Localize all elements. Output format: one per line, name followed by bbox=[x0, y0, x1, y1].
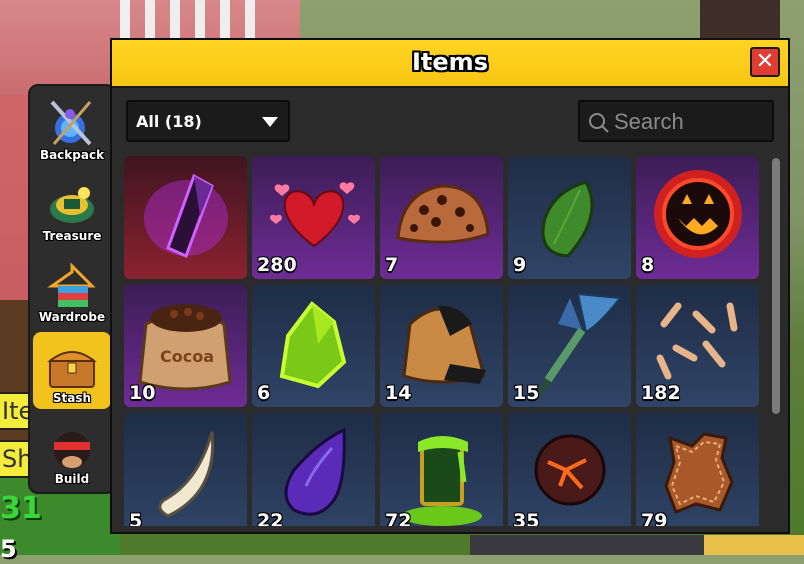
background-character bbox=[470, 535, 804, 555]
item-count: 280 bbox=[257, 254, 297, 276]
side-button-treasure[interactable]: Treasure bbox=[33, 170, 111, 247]
item-slot[interactable]: 9 bbox=[508, 156, 631, 279]
side-button-build[interactable]: Build bbox=[33, 413, 111, 490]
item-count: 9 bbox=[513, 254, 527, 276]
search-icon bbox=[589, 113, 609, 133]
glowing-ore-icon bbox=[279, 301, 347, 389]
item-slot[interactable]: 22 bbox=[252, 412, 375, 526]
item-count: 22 bbox=[257, 510, 284, 526]
stat-number-white: 5 bbox=[0, 535, 17, 563]
item-slot[interactable]: 79 bbox=[636, 412, 759, 526]
item-count: 14 bbox=[385, 382, 412, 404]
jack-o-lantern-orb-icon bbox=[654, 170, 742, 258]
side-button-label: Treasure bbox=[42, 229, 102, 243]
build-icon bbox=[54, 432, 90, 468]
side-button-label: Backpack bbox=[39, 148, 105, 162]
item-slot[interactable]: 7 bbox=[380, 156, 503, 279]
side-button-wardrobe[interactable]: Wardrobe bbox=[33, 251, 111, 328]
purple-drop-icon bbox=[284, 427, 346, 516]
window-title: Items bbox=[412, 48, 488, 76]
background-tower bbox=[700, 0, 780, 40]
treasure-icon bbox=[50, 187, 94, 223]
side-button-label: Wardrobe bbox=[38, 310, 106, 324]
item-slot[interactable]: 35 bbox=[508, 412, 631, 526]
item-slot[interactable]: 182 bbox=[636, 284, 759, 407]
item-count: 5 bbox=[129, 510, 143, 526]
scrollbar[interactable] bbox=[772, 158, 780, 414]
chevron-down-icon bbox=[262, 117, 278, 127]
item-count: 72 bbox=[385, 510, 412, 526]
item-count: 6 bbox=[257, 382, 271, 404]
stat-number-green: 31 bbox=[0, 491, 42, 526]
side-button-backpack[interactable]: Backpack bbox=[33, 89, 111, 166]
items-window: Items ✕ All (18) Search 280 7 9 8 Cocoa … bbox=[110, 38, 790, 534]
item-slot[interactable]: 72 bbox=[380, 412, 503, 526]
fang-icon bbox=[158, 431, 215, 518]
filter-value: All (18) bbox=[136, 112, 202, 131]
item-slot[interactable]: 280 bbox=[252, 156, 375, 279]
item-count: 79 bbox=[641, 510, 668, 526]
item-slot[interactable]: 14 bbox=[380, 284, 503, 407]
side-menu: Backpack Treasure Wardrobe Stash Build bbox=[28, 84, 116, 494]
item-slot[interactable]: 15 bbox=[508, 284, 631, 407]
item-slot[interactable] bbox=[124, 156, 247, 279]
magma-rock-icon bbox=[534, 434, 606, 506]
item-slot[interactable]: Cocoa 10 bbox=[124, 284, 247, 407]
item-count: 8 bbox=[641, 254, 655, 276]
item-count: 35 bbox=[513, 510, 540, 526]
backpack-icon bbox=[50, 100, 92, 146]
item-count: 15 bbox=[513, 382, 540, 404]
search-input[interactable] bbox=[612, 108, 766, 136]
side-button-label: Stash bbox=[52, 391, 92, 405]
slime-cup-icon bbox=[402, 436, 482, 526]
side-button-label: Build bbox=[54, 472, 90, 486]
leather-icon bbox=[664, 432, 734, 514]
title-bar: Items ✕ bbox=[112, 40, 788, 88]
filter-dropdown[interactable]: All (18) bbox=[126, 100, 290, 142]
items-grid: 280 7 9 8 Cocoa 10 6 14 15 182 5 22 72 3… bbox=[124, 156, 764, 526]
cookie-rock-icon bbox=[396, 184, 490, 244]
stash-icon bbox=[47, 351, 97, 388]
item-count: 10 bbox=[129, 382, 156, 404]
svg-text:Cocoa: Cocoa bbox=[160, 347, 214, 366]
close-button[interactable]: ✕ bbox=[750, 47, 780, 77]
item-slot[interactable]: 6 bbox=[252, 284, 375, 407]
side-button-stash[interactable]: Stash bbox=[33, 332, 111, 409]
green-seed-icon bbox=[541, 180, 594, 258]
search-box[interactable] bbox=[578, 100, 774, 142]
item-count: 7 bbox=[385, 254, 399, 276]
wardrobe-icon bbox=[47, 262, 96, 307]
item-count: 182 bbox=[641, 382, 681, 404]
item-slot[interactable]: 5 bbox=[124, 412, 247, 526]
item-slot[interactable]: 8 bbox=[636, 156, 759, 279]
dark-crystal-icon bbox=[144, 173, 228, 259]
